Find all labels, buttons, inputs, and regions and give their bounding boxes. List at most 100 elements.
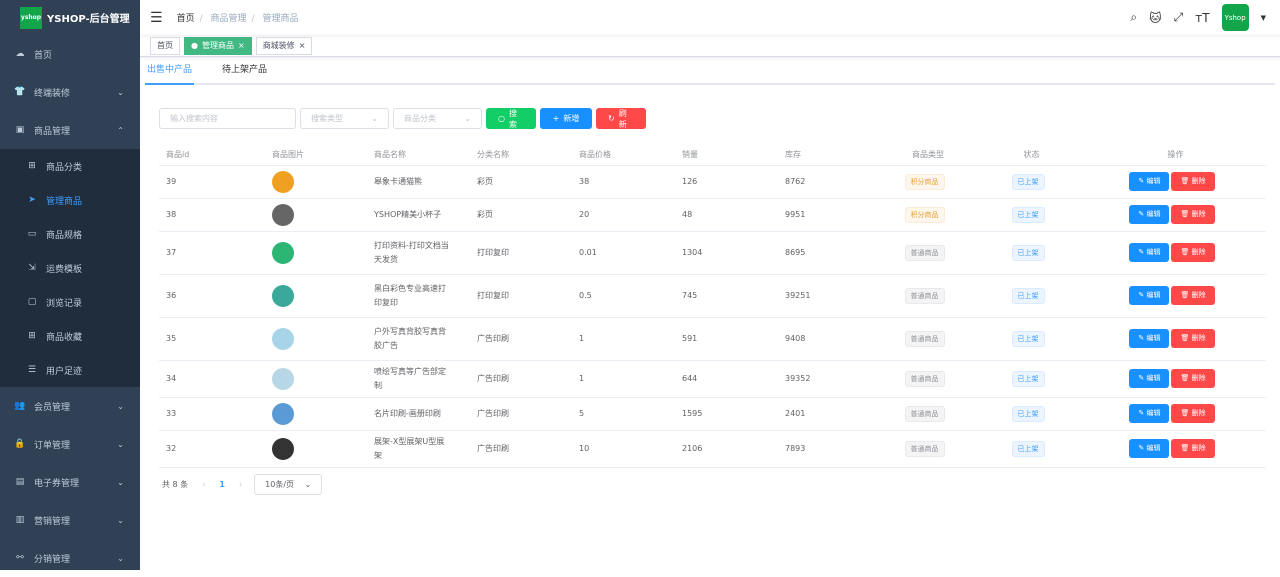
pagination: 共 8 条 ‹ 1 › 10条/页 ⌄ <box>162 474 323 495</box>
delete-button[interactable]: 🗑 删除 <box>1171 439 1215 458</box>
sidebar-subitem-2[interactable]: ▭ 商品规格 <box>0 217 140 251</box>
product-image[interactable] <box>272 327 294 350</box>
search-input[interactable]: 输入搜索内容 <box>159 108 296 129</box>
cell-stock: 39251 <box>778 274 878 318</box>
tab-pending[interactable]: 待上架产品 <box>220 57 269 83</box>
type-badge: 积分商品 <box>904 206 945 223</box>
refresh-button[interactable]: ↻ 刷新 <box>596 108 646 129</box>
column-header: 状态 <box>978 145 1085 166</box>
category-select[interactable]: 商品分类 ⌄ <box>393 108 482 129</box>
tabs: 出售中产品 待上架产品 <box>145 57 1275 85</box>
sidebar-item-6[interactable]: ▥ 营销管理 ⌄ <box>0 501 140 539</box>
breadcrumb-home[interactable]: 首页 <box>177 14 195 24</box>
sidebar-item-7[interactable]: ⚯ 分销管理 ⌄ <box>0 539 140 577</box>
tag-mall-decor[interactable]: 商城装修 × <box>255 36 313 55</box>
tag-manage-goods[interactable]: ● 管理商品 × <box>184 36 252 55</box>
sidebar-item-0[interactable]: ☁ 首页 <box>0 35 140 73</box>
type-badge: 积分商品 <box>904 173 945 190</box>
delete-button[interactable]: 🗑 删除 <box>1171 404 1215 423</box>
sidebar-subitem-6[interactable]: ☰ 用户足迹 <box>0 353 140 387</box>
edit-button[interactable]: ✎ 编辑 <box>1129 205 1170 224</box>
status-badge[interactable]: 已上架 <box>1011 330 1045 347</box>
avatar[interactable]: Yshop <box>1221 4 1249 31</box>
sidebar-subitem-5[interactable]: ⊞ 商品收藏 <box>0 319 140 353</box>
search-icon[interactable]: ⌕ <box>1130 10 1137 25</box>
delete-button[interactable]: 🗑 删除 <box>1171 369 1215 388</box>
logo[interactable]: yshop YSHOP-后台管理 <box>0 0 140 35</box>
delete-button[interactable]: 🗑 删除 <box>1171 243 1215 262</box>
add-button[interactable]: + 新增 <box>540 108 592 129</box>
status-badge[interactable]: 已上架 <box>1011 244 1045 261</box>
sidebar-subitem-1[interactable]: ➤ 管理商品 <box>0 183 140 217</box>
sidebar-subitem-4[interactable]: ▢ 浏览记录 <box>0 285 140 319</box>
delete-button[interactable]: 🗑 删除 <box>1171 329 1215 348</box>
font-size-icon[interactable]: тT <box>1195 11 1209 25</box>
sidebar-item-1[interactable]: 👕 终端装修 ⌄ <box>0 73 140 111</box>
tag-home[interactable]: 首页 <box>150 36 180 55</box>
delete-button[interactable]: 🗑 删除 <box>1171 172 1215 191</box>
sidebar-item-3[interactable]: 👥 会员管理 ⌄ <box>0 387 140 425</box>
status-badge[interactable]: 已上架 <box>1011 206 1045 223</box>
edit-button[interactable]: ✎ 编辑 <box>1129 329 1170 348</box>
column-header: 商品名称 <box>367 145 470 166</box>
column-header: 商品id <box>159 145 265 166</box>
chevron-down-icon: ⌄ <box>117 401 124 411</box>
delete-button[interactable]: 🗑 删除 <box>1171 286 1215 305</box>
cell-stock: 8695 <box>778 231 878 275</box>
search-button[interactable]: ○ 搜索 <box>486 108 536 129</box>
sidebar-item-2[interactable]: ▣ 商品管理 ⌃ <box>0 111 140 149</box>
shop-icon: ▣ <box>15 125 25 135</box>
product-image[interactable] <box>272 284 294 307</box>
sidebar-subitem-0[interactable]: ⊞ 商品分类 <box>0 149 140 183</box>
table-row: 38 YSHOP精美小杯子 彩页 20 48 9951 积分商品 已上架 ✎ 编… <box>159 198 1266 232</box>
chevron-up-icon: ⌃ <box>117 125 124 135</box>
table-row: 34 喷绘写真等广告部定制 广告印刷 1 644 39352 普通商品 已上架 … <box>159 360 1266 398</box>
sidebar-item-4[interactable]: 🔒 订单管理 ⌄ <box>0 425 140 463</box>
edit-button[interactable]: ✎ 编辑 <box>1129 286 1170 305</box>
edit-button[interactable]: ✎ 编辑 <box>1129 243 1170 262</box>
product-image[interactable] <box>272 402 294 425</box>
cell-price: 0.5 <box>572 274 675 318</box>
status-badge[interactable]: 已上架 <box>1011 370 1045 387</box>
cell-id: 33 <box>159 397 265 431</box>
cell-image <box>265 198 367 232</box>
cell-id: 37 <box>159 231 265 275</box>
edit-button[interactable]: ✎ 编辑 <box>1129 404 1170 423</box>
status-badge[interactable]: 已上架 <box>1011 405 1045 422</box>
caret-down-icon[interactable]: ▼ <box>1261 14 1266 22</box>
hamburger-icon[interactable]: ☰ <box>150 10 163 26</box>
toolbar: 输入搜索内容 搜索类型 ⌄ 商品分类 ⌄ ○ 搜索 + 新增 ↻ 刷新 <box>159 108 646 129</box>
edit-button[interactable]: ✎ 编辑 <box>1129 369 1170 388</box>
cell-sales: 644 <box>675 360 778 398</box>
product-image[interactable] <box>272 437 294 460</box>
search-type-select[interactable]: 搜索类型 ⌄ <box>300 108 389 129</box>
status-badge[interactable]: 已上架 <box>1011 440 1045 457</box>
delete-button[interactable]: 🗑 删除 <box>1171 205 1215 224</box>
cell-name: 打印资料-打印文档当天发货 <box>367 231 470 275</box>
sidebar-item-label: 营销管理 <box>34 516 71 527</box>
product-image[interactable] <box>272 367 294 390</box>
prev-page-icon[interactable]: ‹ <box>202 480 205 489</box>
lock-icon: 🔒 <box>14 439 26 449</box>
fullscreen-icon[interactable]: ⤢ <box>1174 10 1184 25</box>
product-image[interactable] <box>272 241 294 264</box>
product-image[interactable] <box>272 203 294 226</box>
page-size-select[interactable]: 10条/页 ⌄ <box>254 474 323 495</box>
status-badge[interactable]: 已上架 <box>1011 287 1045 304</box>
column-header: 商品类型 <box>878 145 978 166</box>
cell-price: 0.01 <box>572 231 675 275</box>
status-badge[interactable]: 已上架 <box>1011 173 1045 190</box>
cell-price: 10 <box>572 430 675 468</box>
next-page-icon[interactable]: › <box>239 480 242 489</box>
product-image[interactable] <box>272 170 294 193</box>
close-icon[interactable]: × <box>299 41 306 50</box>
edit-button[interactable]: ✎ 编辑 <box>1129 439 1170 458</box>
cell-id: 35 <box>159 317 265 361</box>
tab-on-sale[interactable]: 出售中产品 <box>145 57 195 85</box>
sidebar-subitem-3[interactable]: ⇲ 运费模板 <box>0 251 140 285</box>
edit-button[interactable]: ✎ 编辑 <box>1129 172 1170 191</box>
close-icon[interactable]: × <box>238 41 245 50</box>
page-1[interactable]: 1 <box>219 480 225 489</box>
sidebar-item-5[interactable]: ▤ 电子券管理 ⌄ <box>0 463 140 501</box>
github-icon[interactable]: 🐱 <box>1149 11 1162 25</box>
